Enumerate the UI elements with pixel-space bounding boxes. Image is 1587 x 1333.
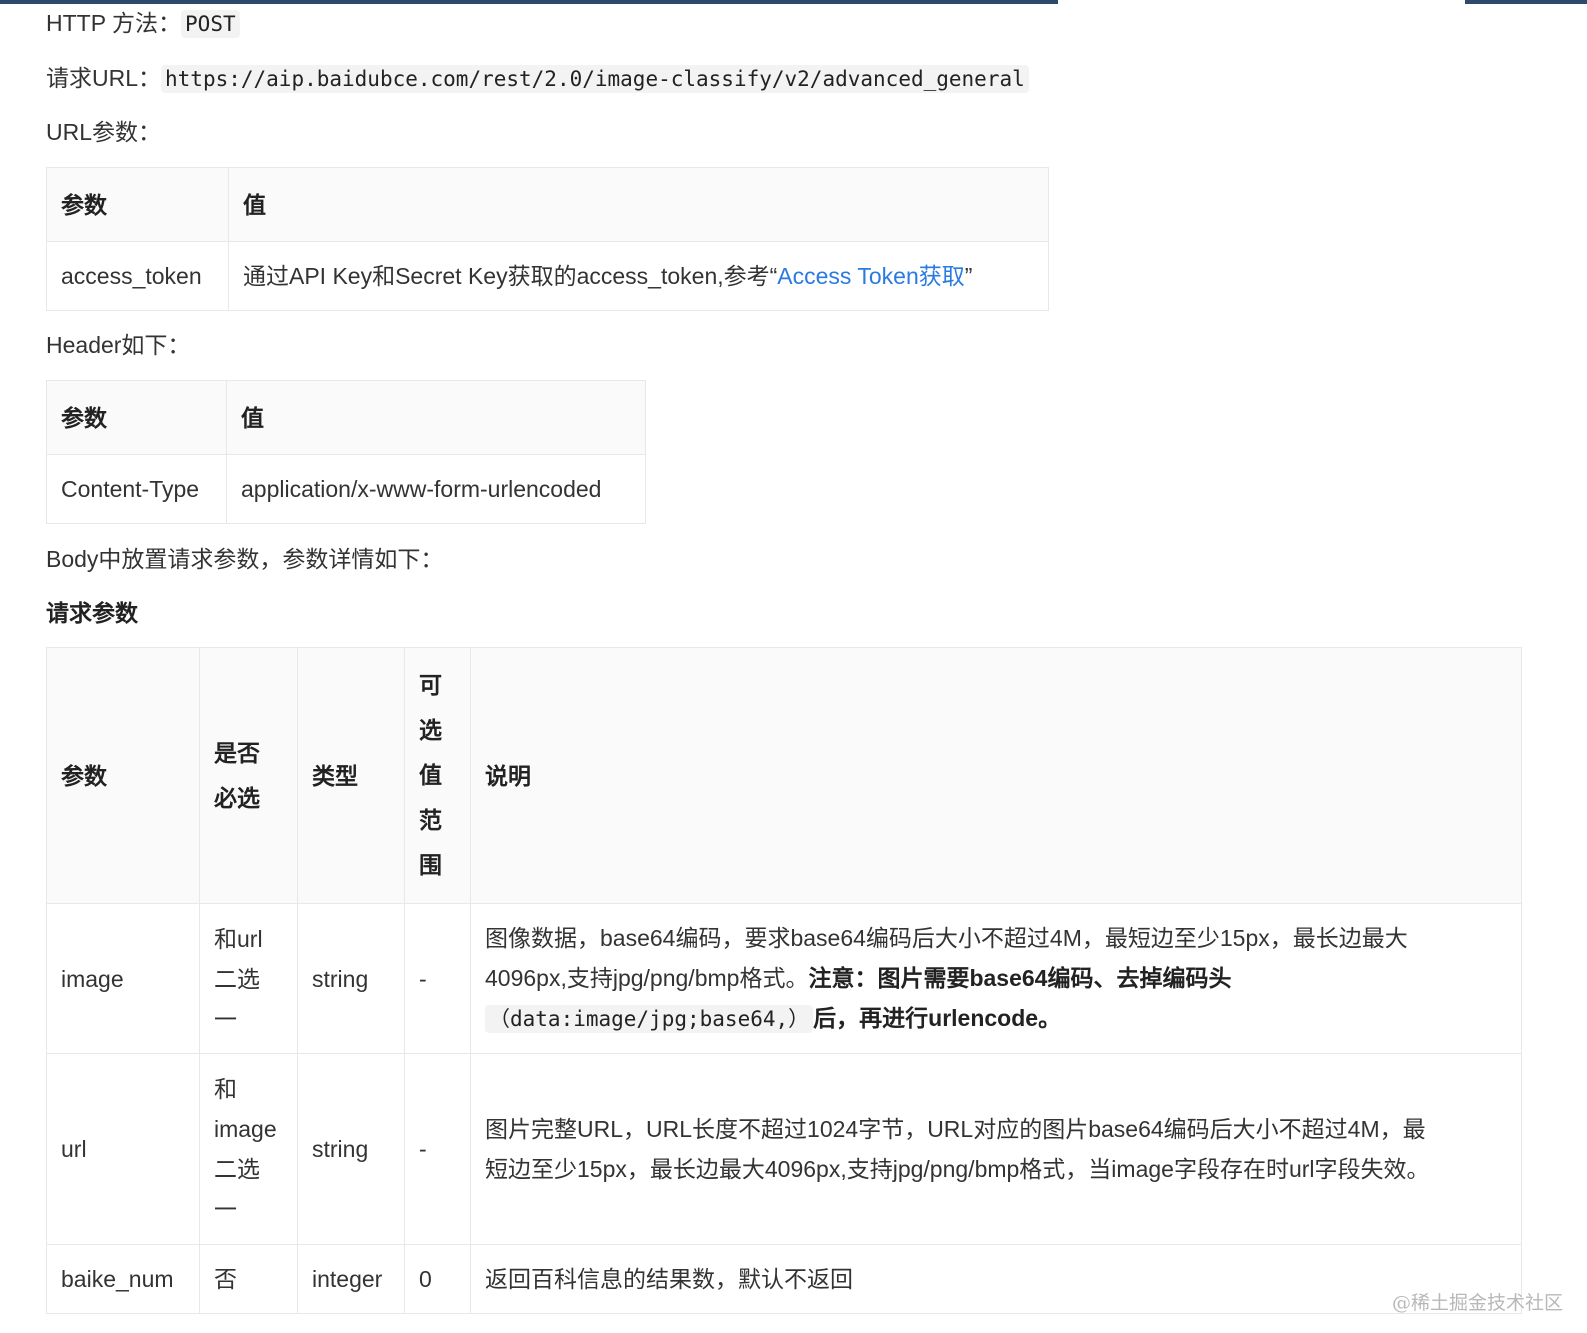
http-method-line: HTTP 方法： POST: [46, 8, 240, 39]
desc-text: 通过API Key和Secret Key获取的access_token,参考“: [243, 263, 778, 289]
header-char: 范: [419, 807, 442, 833]
header-char: 围: [419, 852, 442, 878]
table-row: baike_num 否 integer 0 返回百科信息的结果数，默认不返回: [46, 1244, 1522, 1314]
request-url-line: 请求URL： https://aip.baidubce.com/rest/2.0/…: [46, 63, 1029, 94]
type-cell: string: [297, 903, 405, 1054]
request-params-table: 参数 是否 必选 类型 可 选 值 范 围 说明 image 和url 二选 一…: [46, 647, 1522, 1314]
header-params-table: 参数 值 Content-Type application/x-www-form…: [46, 380, 646, 524]
url-params-title: URL参数：: [46, 119, 162, 145]
param-cell: Content-Type: [46, 454, 227, 524]
param-cell: image: [46, 903, 200, 1054]
header-char: 选: [419, 717, 442, 743]
body-intro: Body中放置请求参数，参数详情如下：: [46, 546, 444, 572]
desc-text: 4096px,支持jpg/png/bmp格式。: [485, 965, 809, 991]
range-cell: -: [404, 1053, 471, 1245]
url-params-table: 参数 值 access_token 通过API Key和Secret Key获取…: [46, 167, 1049, 311]
table-row: Content-Type application/x-www-form-urle…: [46, 454, 646, 524]
desc-cell: 图片完整URL，URL长度不超过1024字节，URL对应的图片base64编码后…: [470, 1053, 1522, 1245]
value-cell: 通过API Key和Secret Key获取的access_token,参考“A…: [228, 241, 1049, 311]
desc-code: （data:image/jpg;base64,）: [485, 1005, 814, 1033]
header-char: 可: [419, 672, 442, 698]
header-text: 是否: [214, 739, 260, 766]
required-text: image: [214, 1116, 277, 1142]
param-cell: url: [46, 1053, 200, 1245]
range-cell: -: [404, 903, 471, 1054]
required-cell: 和 image 二选 一: [199, 1053, 298, 1245]
required-text: 一: [214, 1196, 237, 1222]
desc-note: 后，再进行urlencode。: [813, 1005, 1062, 1031]
desc-line: 图像数据，base64编码，要求base64编码后大小不超过4M，最短边至少15…: [485, 925, 1408, 951]
header-text: 必选: [214, 784, 260, 811]
desc-text: ”: [964, 263, 973, 289]
required-text: 二选: [214, 1156, 260, 1182]
column-header-param: 参数: [46, 647, 200, 904]
desc-cell: 返回百科信息的结果数，默认不返回: [470, 1244, 1522, 1314]
desc-line: 4096px,支持jpg/png/bmp格式。注意：图片需要base64编码、去…: [485, 958, 1507, 998]
desc-line: 短边至少15px，最长边最大4096px,支持jpg/png/bmp格式，当im…: [485, 1156, 1430, 1182]
request-url-value: https://aip.baidubce.com/rest/2.0/image-…: [161, 65, 1029, 93]
http-method-value: POST: [181, 10, 240, 38]
top-bar-right: [1465, 0, 1587, 4]
http-method-label: HTTP 方法：: [46, 10, 182, 36]
required-text: 二选: [214, 965, 260, 992]
desc-note: 注意：图片需要base64编码、去掉编码头: [808, 965, 1232, 991]
header-char: 值: [419, 762, 442, 788]
required-cell: 否: [199, 1244, 298, 1314]
column-header: 值: [226, 380, 646, 455]
column-header: 参数: [46, 167, 229, 242]
desc-cell: 图像数据，base64编码，要求base64编码后大小不超过4M，最短边至少15…: [470, 903, 1522, 1054]
desc-line: （data:image/jpg;base64,） 后，再进行urlencode。: [485, 998, 1507, 1039]
required-text: 一: [214, 1005, 237, 1032]
header-params-title: Header如下：: [46, 332, 191, 358]
top-bar: [0, 0, 1058, 4]
desc-line: 图片完整URL，URL长度不超过1024字节，URL对应的图片base64编码后…: [485, 1116, 1426, 1142]
value-cell: application/x-www-form-urlencoded: [226, 454, 646, 524]
table-row: access_token 通过API Key和Secret Key获取的acce…: [46, 241, 1049, 311]
column-header-type: 类型: [297, 647, 405, 904]
column-header-required: 是否 必选: [199, 647, 298, 904]
range-cell: 0: [404, 1244, 471, 1314]
request-params-title: 请求参数: [46, 600, 138, 626]
table-header-row: 参数 值: [46, 167, 1049, 242]
param-cell: baike_num: [46, 1244, 200, 1314]
type-cell: string: [297, 1053, 405, 1245]
required-text: 和url: [214, 925, 263, 952]
table-header-row: 参数 值: [46, 380, 646, 455]
type-cell: integer: [297, 1244, 405, 1314]
required-text: 和: [214, 1076, 237, 1102]
column-header-desc: 说明: [470, 647, 1522, 904]
required-cell: 和url 二选 一: [199, 903, 298, 1054]
table-row: image 和url 二选 一 string - 图像数据，base64编码，要…: [46, 903, 1522, 1054]
column-header-range: 可 选 值 范 围: [404, 647, 471, 904]
watermark: @稀土掘金技术社区: [1391, 1292, 1563, 1314]
column-header: 值: [228, 167, 1049, 242]
access-token-link[interactable]: Access Token获取: [777, 263, 964, 289]
param-cell: access_token: [46, 241, 229, 311]
table-row: url 和 image 二选 一 string - 图片完整URL，URL长度不…: [46, 1053, 1522, 1245]
request-url-label: 请求URL：: [46, 65, 162, 91]
column-header: 参数: [46, 380, 227, 455]
table-header-row: 参数 是否 必选 类型 可 选 值 范 围 说明: [46, 647, 1522, 904]
